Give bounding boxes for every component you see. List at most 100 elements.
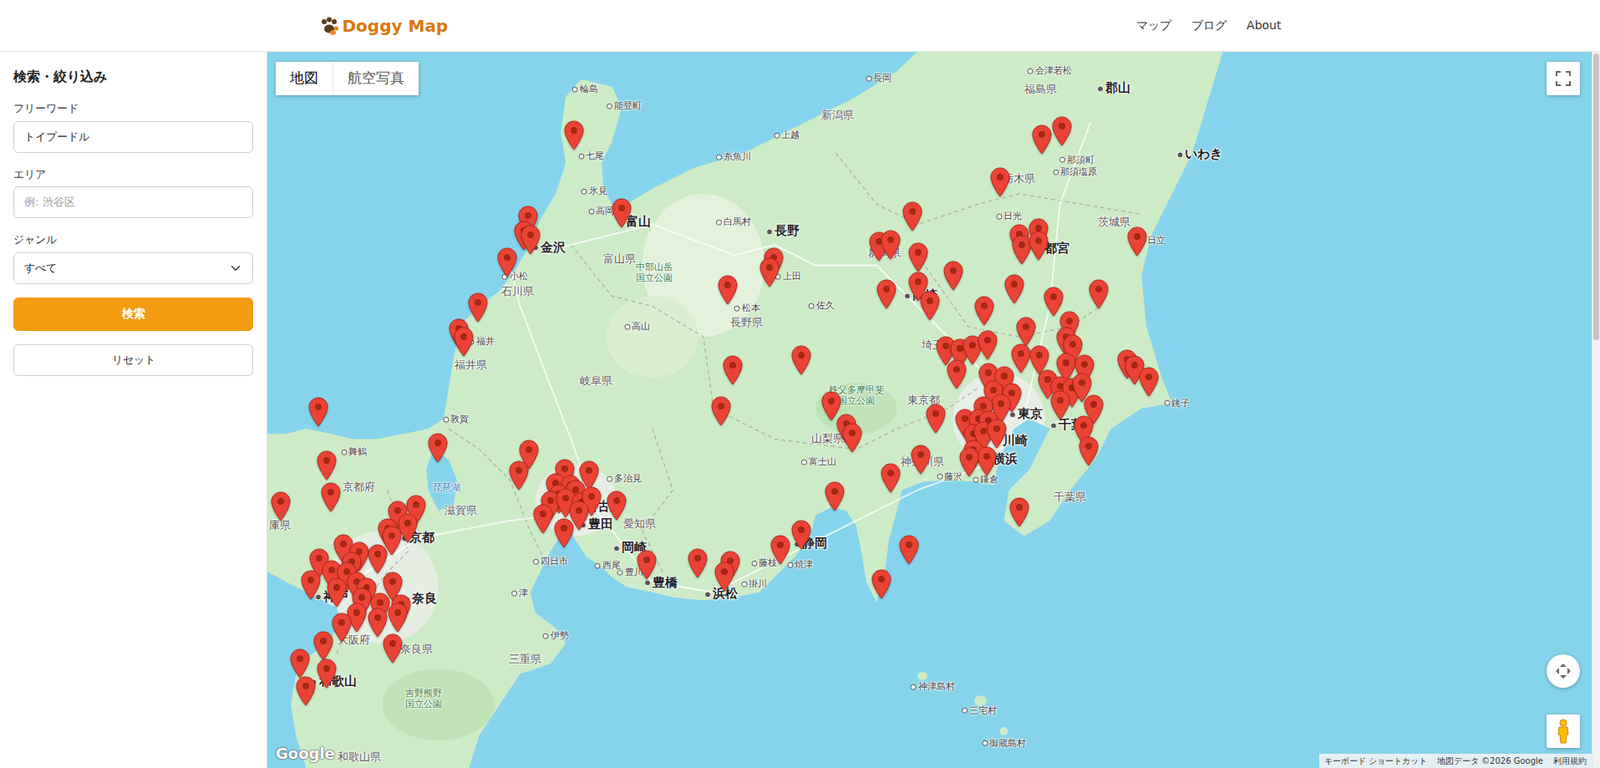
map-pin-icon[interactable] — [871, 568, 892, 600]
map-pin-icon[interactable] — [714, 561, 735, 592]
map-pin-icon[interactable] — [902, 201, 923, 232]
map-pin-icon[interactable] — [1015, 316, 1037, 347]
map-pin-icon[interactable] — [636, 549, 657, 580]
map-pin-icon[interactable] — [821, 391, 842, 422]
map-pin-icon[interactable] — [289, 648, 310, 679]
field-label: ジャンル — [13, 231, 254, 249]
place-dot-icon — [910, 684, 917, 691]
nav-link[interactable]: マップ — [1136, 13, 1172, 38]
map-label: 吉野熊野国立公園 — [403, 688, 443, 710]
map-pin-icon[interactable] — [711, 396, 732, 427]
map-pin-icon[interactable] — [976, 446, 997, 477]
map-pin-icon[interactable] — [919, 290, 940, 321]
map-pin-icon[interactable] — [880, 462, 901, 493]
map-pin-icon[interactable] — [427, 432, 448, 463]
map-pin-icon[interactable] — [316, 658, 337, 689]
map[interactable]: 輪島能登町七尾氷見高岡富山金沢小松石川県富山県福井福井県上越糸魚川白馬村長野上田… — [267, 51, 1592, 768]
street-view-button[interactable] — [1546, 714, 1580, 748]
map-pin-icon[interactable] — [1010, 343, 1032, 374]
map-pin-icon[interactable] — [908, 242, 929, 273]
map-pin-icon[interactable] — [959, 446, 980, 478]
map-label: 西尾 — [594, 560, 621, 572]
map-pin-icon[interactable] — [770, 534, 791, 565]
map-pin-icon[interactable] — [316, 450, 337, 481]
map-pin-icon[interactable] — [876, 279, 897, 310]
map-type-button[interactable]: 地図 — [275, 61, 333, 96]
fullscreen-button[interactable] — [1546, 61, 1580, 96]
map-pin-icon[interactable] — [467, 292, 488, 323]
pegman-icon — [1556, 718, 1570, 744]
map-pin-icon[interactable] — [382, 633, 403, 664]
attribution-item[interactable]: キーボード ショートカット — [1319, 753, 1433, 768]
map-pin-icon[interactable] — [687, 548, 708, 579]
map-pin-icon[interactable] — [990, 167, 1011, 198]
map-pin-icon[interactable] — [611, 198, 632, 229]
map-pin-icon[interactable] — [880, 229, 901, 260]
map-pin-icon[interactable] — [1078, 436, 1099, 467]
map-pin-icon[interactable] — [270, 491, 291, 522]
map-pin-icon[interactable] — [943, 260, 964, 291]
map-pin-icon[interactable] — [842, 422, 863, 453]
map-pin-icon[interactable] — [520, 224, 541, 255]
map-pin-icon[interactable] — [1138, 366, 1159, 397]
map-pin-icon[interactable] — [553, 518, 574, 549]
place-dot-icon — [606, 102, 613, 109]
map-pin-icon[interactable] — [387, 602, 408, 633]
scrollbar-thumb[interactable] — [1593, 53, 1600, 341]
map-pin-icon[interactable] — [910, 444, 931, 475]
map-pin-icon[interactable] — [1043, 286, 1064, 317]
map-pin-icon[interactable] — [986, 418, 1007, 449]
map-pin-icon[interactable] — [326, 577, 347, 608]
map-label: 四日市 — [533, 556, 569, 568]
map-pin-icon[interactable] — [717, 274, 738, 305]
map-pin-icon[interactable] — [331, 612, 352, 643]
map-pin-icon[interactable] — [1009, 497, 1030, 528]
area-input[interactable] — [13, 186, 254, 219]
map-pin-icon[interactable] — [497, 247, 518, 278]
map-pin-icon[interactable] — [977, 330, 998, 361]
map-pin-icon[interactable] — [295, 675, 316, 707]
map-pin-icon[interactable] — [1051, 116, 1072, 147]
map-pin-icon[interactable] — [563, 120, 585, 151]
camera-control-button[interactable] — [1546, 654, 1580, 688]
reset-button[interactable]: リセット — [13, 344, 254, 376]
brand-logo[interactable]: Doggy Map — [319, 13, 449, 39]
map-pin-icon[interactable] — [367, 543, 388, 574]
map-pin-icon[interactable] — [453, 326, 474, 357]
map-pin-icon[interactable] — [791, 345, 812, 376]
map-pin-icon[interactable] — [722, 355, 743, 386]
keyword-input[interactable] — [13, 121, 254, 153]
map-type-button[interactable]: 航空写真 — [332, 61, 419, 96]
map-pin-icon[interactable] — [508, 460, 529, 491]
map-label: 氷見 — [581, 186, 608, 198]
map-pin-icon[interactable] — [824, 481, 845, 512]
map-pin-icon[interactable] — [320, 482, 341, 513]
search-button[interactable]: 検索 — [13, 297, 254, 331]
map-pin-icon[interactable] — [1028, 230, 1049, 261]
map-pin-icon[interactable] — [1127, 226, 1148, 257]
attribution-item: 地図データ ©2026 Google — [1432, 753, 1549, 768]
map-pin-icon[interactable] — [308, 396, 329, 427]
map-pin-icon[interactable] — [1031, 124, 1052, 155]
map-pin-icon[interactable] — [759, 257, 780, 288]
nav-link[interactable]: About — [1246, 13, 1281, 38]
map-pin-icon[interactable] — [1088, 279, 1109, 310]
map-pin-icon[interactable] — [300, 569, 321, 600]
genre-select[interactable]: すべて — [13, 252, 254, 285]
map-pin-icon[interactable] — [313, 630, 334, 661]
map-label: 豊川 — [617, 567, 644, 579]
map-pin-icon[interactable] — [899, 534, 920, 565]
map-pin-icon[interactable] — [1050, 390, 1071, 421]
nav-link[interactable]: ブログ — [1191, 13, 1227, 38]
map-pin-icon[interactable] — [974, 295, 995, 326]
attribution-item[interactable]: 利用規約 — [1548, 753, 1592, 768]
map-pin-icon[interactable] — [791, 519, 812, 550]
place-dot-icon — [1050, 421, 1057, 429]
map-pin-icon[interactable] — [606, 490, 627, 521]
page-scrollbar[interactable] — [1591, 51, 1600, 768]
map-pin-icon[interactable] — [367, 607, 388, 638]
map-pin-icon[interactable] — [925, 403, 946, 434]
map-pin-icon[interactable] — [946, 359, 967, 390]
map-pin-icon[interactable] — [1004, 274, 1025, 305]
map-pin-icon[interactable] — [533, 503, 554, 534]
